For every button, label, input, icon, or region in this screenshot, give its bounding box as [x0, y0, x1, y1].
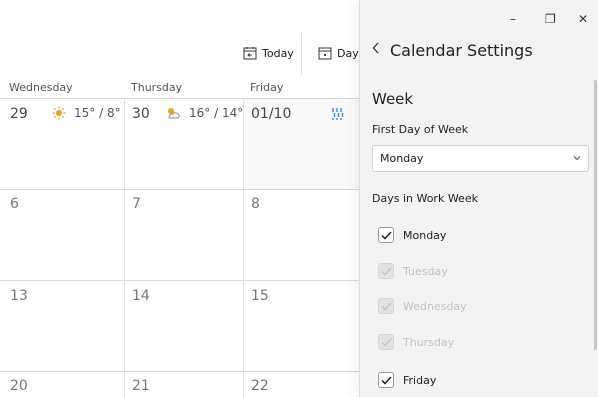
checkbox-tuesday: [378, 263, 394, 279]
workday-tuesday: Tuesday: [378, 263, 448, 279]
day-cell-date[interactable]: 8: [251, 196, 260, 212]
day-label: Day: [337, 46, 359, 60]
day-cell-date[interactable]: 30: [132, 106, 150, 122]
calendar-day-icon: [318, 47, 332, 60]
day-cell-date[interactable]: 21: [132, 378, 150, 394]
day-cell-date[interactable]: 6: [10, 196, 19, 212]
day-header-thursday: Thursday: [131, 81, 183, 94]
checkbox-monday[interactable]: [378, 227, 394, 243]
week-section-title: Week: [372, 90, 414, 108]
grid-line: [0, 189, 360, 190]
day-cell-date[interactable]: 13: [10, 288, 28, 304]
day-cell-date[interactable]: 7: [132, 196, 141, 212]
checkmark-icon: [380, 266, 392, 276]
close-button[interactable]: ✕: [578, 12, 588, 26]
chevron-down-icon: [573, 156, 581, 161]
settings-scrollbar[interactable]: [594, 80, 597, 350]
grid-line: [0, 280, 360, 281]
settings-title: Calendar Settings: [390, 41, 533, 60]
chevron-left-icon: [372, 42, 379, 54]
sun-icon: [52, 106, 66, 120]
friday-label: Friday: [403, 373, 437, 387]
weather-temp: 16° / 14°: [189, 106, 244, 120]
thursday-label: Thursday: [403, 335, 455, 349]
day-cell-date[interactable]: 14: [132, 288, 150, 304]
partly-cloudy-icon: [168, 108, 180, 119]
day-cell-date[interactable]: 15: [251, 288, 269, 304]
day-cell-date[interactable]: 22: [251, 378, 269, 394]
weather-wednesday: 15° / 8°: [52, 106, 121, 120]
minimize-button[interactable]: –: [510, 12, 516, 26]
calendar-today-icon: [243, 47, 257, 60]
checkbox-thursday: [378, 334, 394, 350]
restore-button[interactable]: ❐: [545, 12, 556, 26]
grid-line: [0, 371, 360, 372]
rain-icon: [332, 108, 344, 120]
checkmark-icon: [380, 301, 392, 311]
weather-thursday: 16° / 14°: [165, 106, 243, 120]
day-header-friday: Friday: [250, 81, 284, 94]
wednesday-label: Wednesday: [403, 299, 467, 313]
checkmark-icon: [380, 337, 392, 347]
grid-line: [243, 98, 244, 397]
monday-label: Monday: [403, 228, 447, 242]
workday-friday[interactable]: Friday: [378, 372, 436, 388]
day-view-button[interactable]: Day: [318, 46, 359, 60]
grid-line: [124, 98, 125, 397]
toolbar-divider: [301, 33, 302, 75]
workday-wednesday: Wednesday: [378, 298, 467, 314]
tuesday-label: Tuesday: [403, 264, 448, 278]
workday-monday[interactable]: Monday: [378, 227, 446, 243]
day-cell-date[interactable]: 20: [10, 378, 28, 394]
first-day-label: First Day of Week: [372, 123, 469, 136]
work-week-label: Days in Work Week: [372, 192, 478, 205]
workday-thursday: Thursday: [378, 334, 454, 350]
first-day-value: Monday: [380, 152, 424, 165]
back-button[interactable]: [372, 42, 380, 58]
day-cell-date[interactable]: 01/10: [251, 106, 291, 122]
grid-line: [0, 98, 360, 99]
today-button[interactable]: Today: [243, 46, 294, 60]
weather-temp: 15° / 8°: [74, 106, 121, 120]
day-header-wednesday: Wednesday: [9, 81, 73, 94]
checkmark-icon: [380, 375, 392, 385]
calendar-settings-panel: – ❐ ✕ Calendar Settings Week First Day o…: [359, 0, 598, 397]
today-label: Today: [262, 46, 294, 60]
checkbox-friday[interactable]: [378, 372, 394, 388]
checkmark-icon: [380, 230, 392, 240]
day-cell-date[interactable]: 29: [10, 106, 28, 122]
first-day-select[interactable]: Monday: [372, 145, 589, 172]
checkbox-wednesday: [378, 298, 394, 314]
